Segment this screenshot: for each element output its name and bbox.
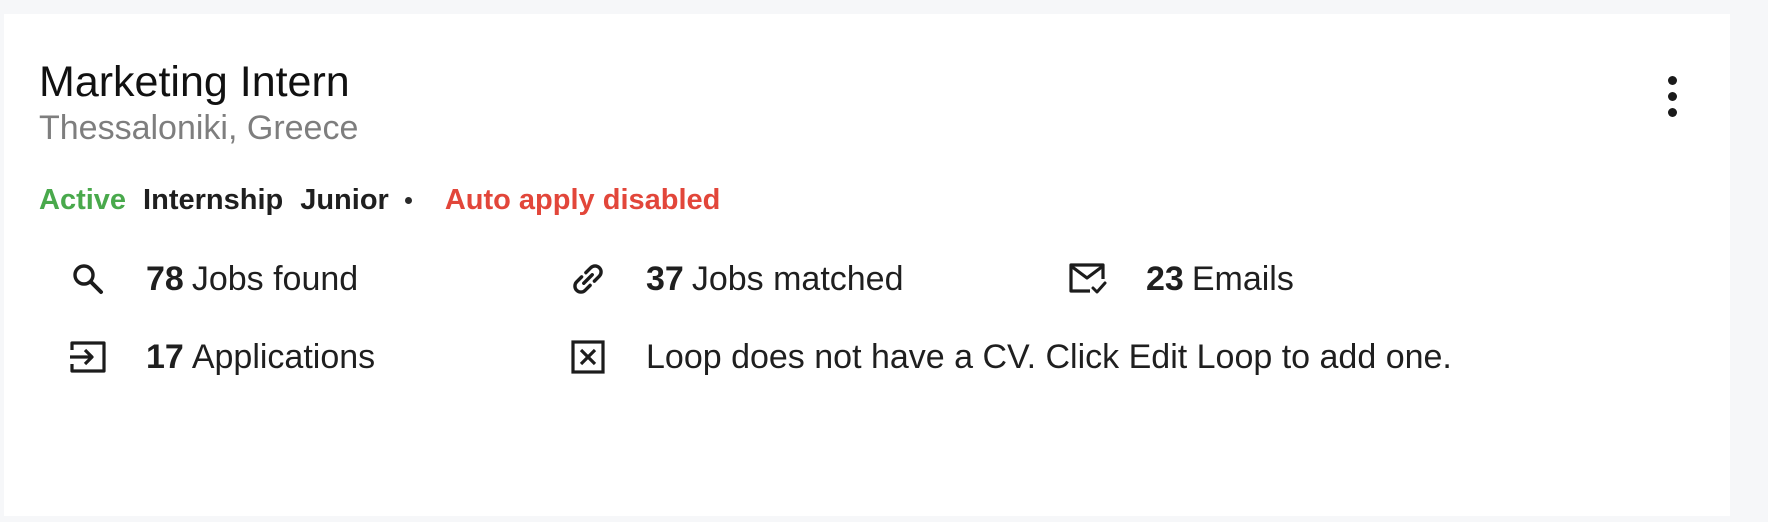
- job-type-tag: Internship: [143, 183, 284, 216]
- auto-apply-status: Auto apply disabled: [444, 183, 721, 216]
- cv-missing-notice: Loop does not have a CV. Click Edit Loop…: [566, 334, 1466, 380]
- stat-jobs-found[interactable]: 78 Jobs found: [66, 256, 486, 302]
- jobs-matched-count: 37: [646, 259, 684, 298]
- input-arrow-icon: [66, 335, 110, 379]
- status-badge: Active: [39, 183, 127, 216]
- loop-title: Marketing Intern: [39, 58, 350, 106]
- jobs-found-count: 78: [146, 259, 184, 298]
- close-box-icon: [566, 335, 610, 379]
- mail-check-icon: [1066, 257, 1110, 301]
- stat-emails-text: 23 Emails: [1146, 260, 1294, 299]
- stat-jobs-matched[interactable]: 37 Jobs matched: [566, 256, 986, 302]
- separator-dot: [404, 196, 412, 204]
- cv-notice-text: Loop does not have a CV. Click Edit Loop…: [646, 337, 1452, 376]
- emails-label: Emails: [1191, 259, 1294, 298]
- emails-count: 23: [1146, 259, 1184, 298]
- stat-applications[interactable]: 17 Applications: [66, 334, 486, 380]
- link-icon: [566, 257, 610, 301]
- stat-jobs-found-text: 78 Jobs found: [146, 260, 358, 299]
- jobs-matched-label: Jobs matched: [691, 259, 904, 298]
- stat-jobs-matched-text: 37 Jobs matched: [646, 260, 904, 299]
- stat-applications-text: 17 Applications: [146, 338, 375, 377]
- more-vertical-icon: [1668, 76, 1677, 85]
- level-tag: Junior: [300, 183, 389, 216]
- stat-emails[interactable]: 23 Emails: [1066, 256, 1386, 302]
- jobs-found-label: Jobs found: [191, 259, 359, 298]
- loop-location: Thessaloniki, Greece: [39, 109, 359, 147]
- tag-row: Active Internship Junior Auto apply disa…: [39, 180, 737, 220]
- more-options-button[interactable]: [1654, 74, 1690, 124]
- loop-card: Marketing Intern Thessaloniki, Greece Ac…: [4, 14, 1730, 516]
- applications-label: Applications: [191, 337, 376, 376]
- applications-count: 17: [146, 337, 184, 376]
- more-vertical-icon-dot: [1668, 92, 1677, 101]
- search-icon: [66, 257, 110, 301]
- more-vertical-icon-dot: [1668, 108, 1677, 117]
